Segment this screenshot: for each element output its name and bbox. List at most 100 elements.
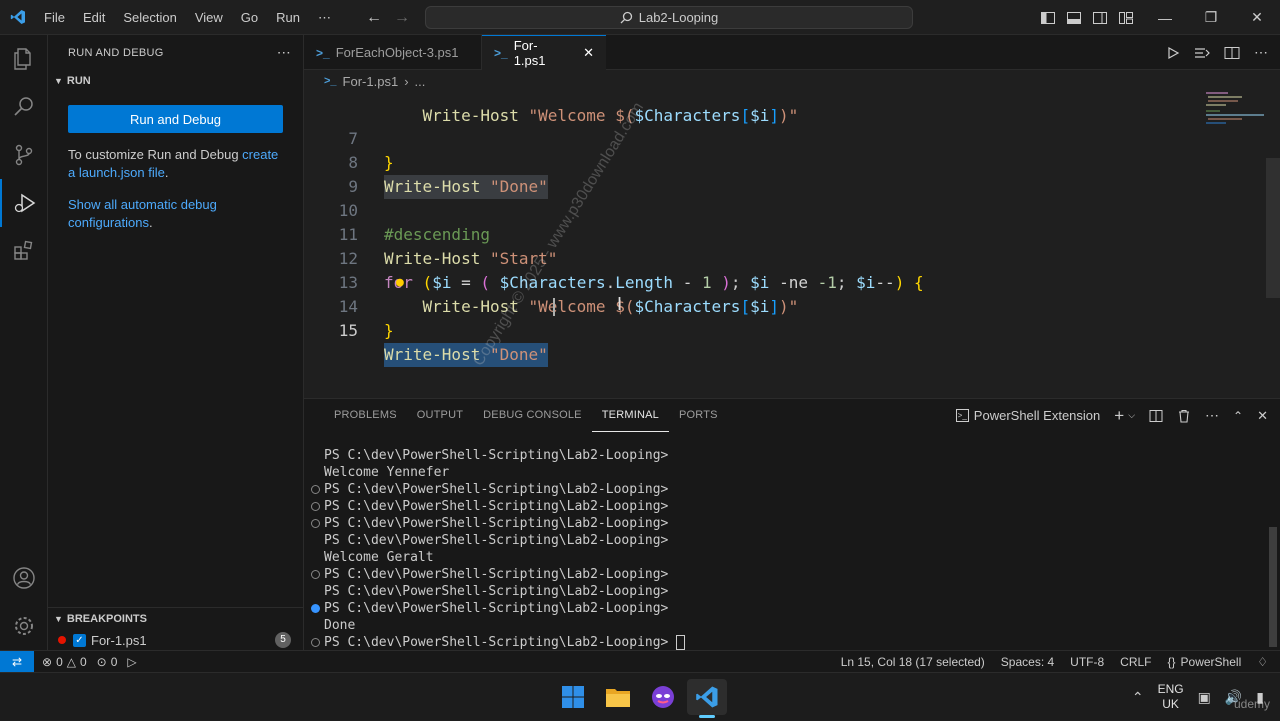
code-line-13: 13 Write-Host "Welcome $($Characters[$i]… — [304, 247, 1280, 316]
remote-indicator-icon[interactable]: ⇄ — [0, 651, 34, 673]
terminal-shell-selector[interactable]: >_ PowerShell Extension — [955, 408, 1100, 423]
tab-problems[interactable]: PROBLEMS — [324, 399, 407, 432]
menu-file[interactable]: File — [35, 0, 74, 35]
run-section-header[interactable]: ▼ RUN — [48, 70, 303, 92]
close-panel-icon[interactable]: ✕ — [1257, 408, 1268, 424]
terminal-line: PS C:\dev\PowerShell-Scripting\Lab2-Loop… — [324, 533, 669, 548]
breakpoints-section-header[interactable]: ▼ BREAKPOINTS — [48, 608, 303, 630]
customize-layout-icon[interactable] — [1118, 10, 1134, 26]
accounts-icon[interactable] — [0, 554, 48, 602]
tab-terminal[interactable]: TERMINAL — [591, 399, 669, 432]
line-endings[interactable]: CRLF — [1120, 655, 1151, 669]
minimize-icon[interactable]: — — [1142, 0, 1188, 35]
code-editor[interactable]: Write-Host "Welcome $($Characters[$i])" … — [304, 92, 1280, 398]
menu-go[interactable]: Go — [232, 0, 267, 35]
restore-icon[interactable]: ❐ — [1188, 0, 1234, 35]
language-mode[interactable]: {} PowerShell — [1168, 655, 1242, 669]
menu-more[interactable]: ⋯ — [309, 0, 340, 35]
editor-scrollbar[interactable] — [1266, 158, 1280, 298]
powershell-file-icon: >_ — [324, 75, 337, 87]
terminal-line: PS C:\dev\PowerShell-Scripting\Lab2-Loop… — [324, 482, 669, 497]
toggle-primary-sidebar-icon[interactable] — [1040, 10, 1056, 26]
lightbulb-icon[interactable]: ● — [396, 271, 404, 295]
breakpoint-item[interactable]: ✓ For-1.ps1 5 — [48, 629, 303, 651]
trash-icon[interactable] — [1177, 409, 1191, 423]
new-terminal-icon[interactable]: + — [1114, 406, 1124, 426]
toggle-panel-icon[interactable] — [1066, 10, 1082, 26]
cursor-position[interactable]: Ln 15, Col 18 (17 selected) — [841, 655, 985, 669]
mouse-ibeam-cursor: I — [617, 294, 623, 314]
terminal-line: Done — [324, 618, 356, 633]
minimap[interactable] — [1206, 92, 1266, 132]
extensions-icon[interactable] — [0, 227, 48, 275]
vscode-taskbar-icon[interactable] — [687, 679, 727, 718]
split-terminal-icon[interactable] — [1149, 409, 1163, 423]
open-changes-icon[interactable] — [1194, 46, 1210, 60]
back-arrow-icon[interactable]: ← — [366, 9, 382, 27]
terminal-line: PS C:\dev\PowerShell-Scripting\Lab2-Loop… — [324, 516, 669, 531]
run-and-debug-icon[interactable] — [0, 179, 48, 227]
tab-ports[interactable]: PORTS — [669, 399, 728, 432]
ports-status[interactable]: ⊙ 0 — [97, 655, 118, 669]
app-mask-icon[interactable] — [643, 679, 683, 715]
breakpoint-file-label: For-1.ps1 — [91, 632, 147, 648]
manage-gear-icon[interactable] — [0, 602, 48, 650]
problems-status[interactable]: ⊗ 0 △ 0 — [42, 655, 87, 669]
breakpoint-checkbox[interactable]: ✓ — [73, 633, 86, 647]
terminal-line: PS C:\dev\PowerShell-Scripting\Lab2-Loop… — [324, 601, 669, 616]
split-editor-icon[interactable] — [1224, 46, 1240, 60]
tab-output[interactable]: OUTPUT — [407, 399, 473, 432]
maximize-panel-icon[interactable]: ⌃ — [1233, 409, 1243, 423]
breadcrumb: >_ For-1.ps1 › ... — [304, 70, 1280, 92]
menu-view[interactable]: View — [186, 0, 232, 35]
explorer-icon[interactable] — [0, 35, 48, 83]
editor-more-icon[interactable]: ⋯ — [1254, 44, 1268, 61]
command-decoration-icon[interactable] — [311, 570, 320, 579]
ports-count: 0 — [110, 655, 118, 669]
close-tab-icon[interactable]: ✕ — [583, 45, 594, 61]
indentation[interactable]: Spaces: 4 — [1001, 655, 1054, 669]
run-and-debug-button[interactable]: Run and Debug — [68, 105, 283, 133]
lang-line2: UK — [1162, 697, 1179, 711]
run-file-icon[interactable] — [1166, 46, 1180, 60]
source-control-icon[interactable] — [0, 131, 48, 179]
file-explorer-icon[interactable] — [598, 679, 638, 715]
terminal-scrollbar[interactable] — [1266, 447, 1280, 647]
command-center-search[interactable]: Lab2-Looping — [425, 6, 913, 29]
toggle-secondary-sidebar-icon[interactable] — [1092, 10, 1108, 26]
lang-line1: ENG — [1157, 682, 1184, 696]
tab-for-1[interactable]: >_ For-1.ps1 ✕ — [482, 35, 606, 70]
forward-arrow-icon[interactable]: → — [394, 9, 410, 27]
sidebar-title: RUN AND DEBUG — [68, 46, 164, 59]
sidebar: RUN AND DEBUG ⋯ ▼ RUN Run and Debug To c… — [48, 35, 304, 650]
show-hidden-icons-icon[interactable]: ⌃ — [1132, 689, 1144, 706]
chevron-down-icon[interactable]: ⌵ — [1128, 410, 1135, 421]
menu-run[interactable]: Run — [267, 0, 309, 35]
windows-start-icon[interactable] — [553, 679, 593, 715]
chevron-down-icon: ▼ — [54, 76, 63, 86]
tab-debug-console[interactable]: DEBUG CONSOLE — [473, 399, 592, 432]
encoding[interactable]: UTF-8 — [1070, 655, 1104, 669]
network-icon[interactable]: ▣ — [1198, 689, 1211, 706]
breadcrumb-file[interactable]: For-1.ps1 — [343, 74, 399, 89]
menu-selection[interactable]: Selection — [114, 0, 185, 35]
tab-foreachobject[interactable]: >_ ForEachObject-3.ps1 — [304, 35, 482, 70]
show-all-configurations-link[interactable]: Show all automatic debug configurations — [68, 197, 217, 230]
command-decoration-icon[interactable] — [311, 519, 320, 528]
windows-taskbar: ⌃ ENG UK ▣ 🔊 ▮ — [0, 672, 1280, 720]
search-view-icon[interactable] — [0, 83, 48, 131]
terminal-output[interactable]: PS C:\dev\PowerShell-Scripting\Lab2-Loop… — [304, 447, 1264, 650]
command-decoration-icon[interactable] — [311, 485, 320, 494]
input-language[interactable]: ENG UK — [1158, 682, 1184, 712]
breadcrumb-more[interactable]: ... — [415, 74, 426, 89]
close-window-icon[interactable]: ✕ — [1234, 0, 1280, 35]
menu-edit[interactable]: Edit — [74, 0, 114, 35]
breakpoint-count-badge: 5 — [275, 632, 291, 648]
debug-launch-icon[interactable]: ▷ — [127, 655, 136, 669]
panel-more-icon[interactable]: ⋯ — [1205, 407, 1219, 424]
command-decoration-icon[interactable] — [311, 638, 320, 647]
views-more-icon[interactable]: ⋯ — [277, 44, 291, 61]
command-decoration-icon[interactable] — [311, 604, 320, 613]
notifications-bell-icon[interactable]: ♢ — [1257, 655, 1268, 669]
command-decoration-icon[interactable] — [311, 502, 320, 511]
